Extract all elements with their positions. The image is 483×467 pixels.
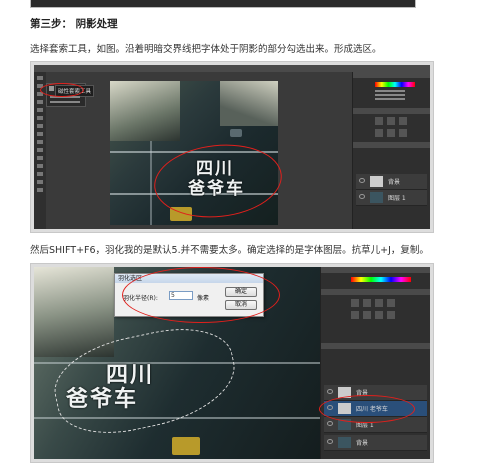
taxi-car	[172, 437, 200, 455]
layer-row[interactable]: 背景	[324, 435, 427, 451]
color-spectrum[interactable]	[351, 277, 411, 282]
color-spectrum[interactable]	[375, 82, 415, 87]
photoshop-window: 磁性套索工具 四川 爸爷车 背景 图层 1	[34, 65, 430, 229]
eye-icon[interactable]	[327, 421, 333, 426]
eye-icon[interactable]	[327, 389, 333, 394]
car	[230, 129, 242, 137]
building-left	[34, 267, 114, 357]
layer-name: 背景	[388, 179, 401, 186]
layer-highlight-circle	[319, 395, 415, 423]
eye-icon[interactable]	[359, 194, 365, 199]
layer-name: 背景	[356, 440, 369, 447]
eye-icon[interactable]	[327, 439, 333, 444]
dialog-highlight-circle	[122, 267, 280, 323]
step-paragraph-2: 然后SHIFT+F6，羽化我的是默认5.并不需要太多。确定选择的是字体图层。抗草…	[30, 245, 429, 256]
building-right	[220, 81, 278, 126]
previous-image-strip	[30, 0, 416, 8]
screenshot-feather: 四川 爸爷车 羽化选区 羽化半径(R): 5 像素 确定 取消 背景 四川 老爷…	[30, 263, 434, 463]
right-panels: 背景 图层 1	[352, 72, 430, 229]
screenshot-lasso: 磁性套索工具 四川 爸爷车 背景 图层 1	[30, 61, 434, 233]
tool-highlight-circle	[40, 83, 84, 97]
step-paragraph-1: 选择套索工具，如图。沿着明暗交界线把字体处于阴影的部分勾选出来。形成选区。	[30, 44, 382, 55]
building-left	[110, 81, 180, 141]
layer-name: 图层 1	[388, 195, 406, 202]
layer-row[interactable]: 背景	[356, 174, 427, 190]
step-heading: 第三步： 阴影处理	[30, 18, 118, 30]
photoshop-window: 四川 爸爷车 羽化选区 羽化半径(R): 5 像素 确定 取消 背景 四川 老爷…	[34, 267, 430, 459]
right-panels: 背景 四川 老爷车 图层 1 背景	[319, 267, 430, 459]
menu-bar	[34, 65, 430, 72]
layer-row[interactable]: 图层 1	[356, 190, 427, 206]
toolbox	[34, 72, 46, 229]
eye-icon[interactable]	[359, 178, 365, 183]
